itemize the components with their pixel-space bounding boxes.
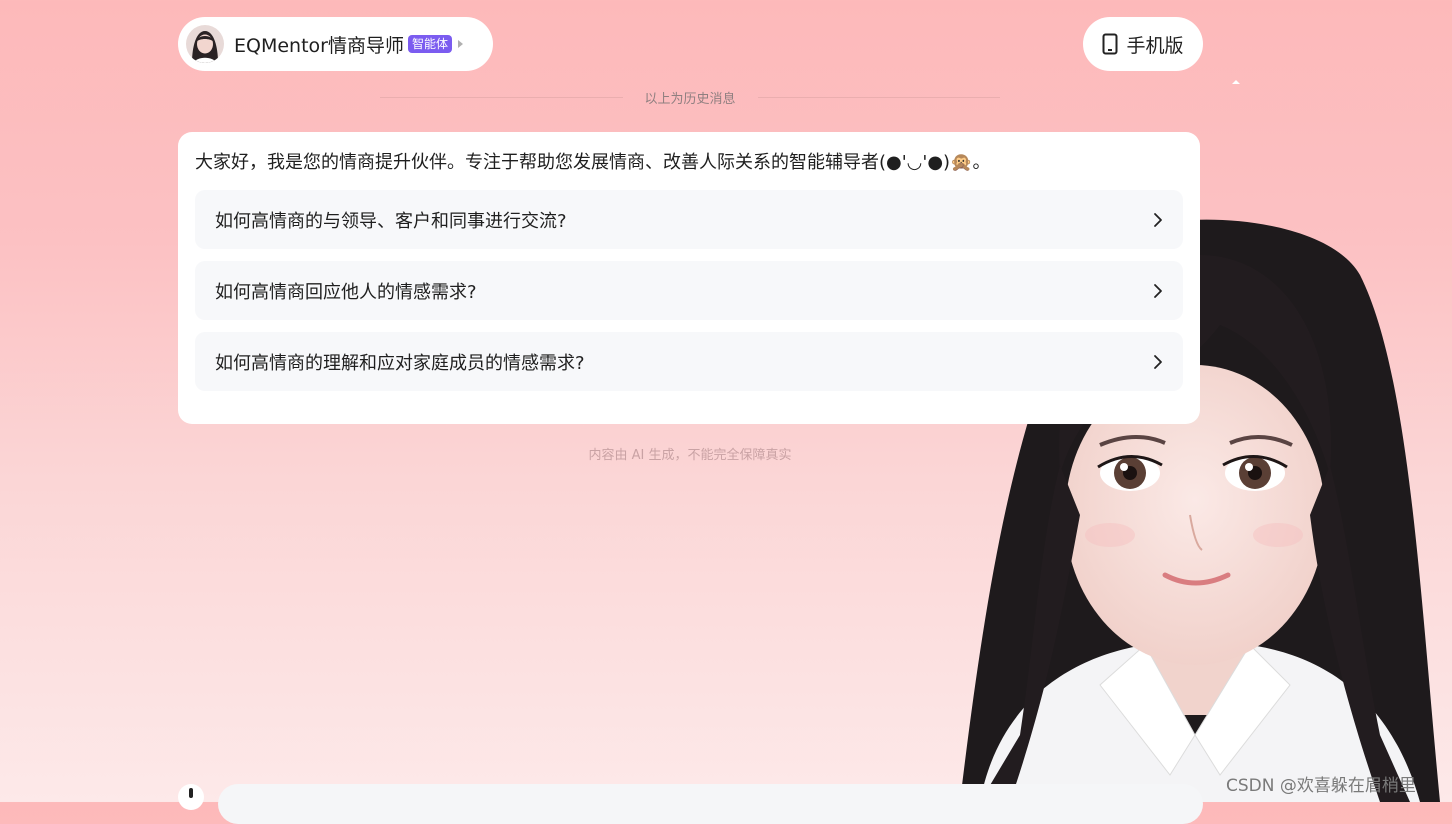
input-tool-button[interactable]	[178, 784, 204, 810]
welcome-message-card: 大家好，我是您的情商提升伙伴。专注于帮助您发展情商、改善人际关系的智能辅导者(●…	[178, 132, 1200, 424]
divider-line	[757, 96, 1001, 98]
agent-type-badge: 智能体	[407, 35, 452, 53]
mobile-version-button[interactable]: 手机版	[1083, 17, 1203, 71]
greeting-text: 大家好，我是您的情商提升伙伴。专注于帮助您发展情商、改善人际关系的智能辅导者(●…	[195, 152, 991, 173]
chevron-right-icon	[1153, 212, 1163, 228]
history-divider: 以上为历史消息	[380, 87, 1001, 107]
caret-right-icon	[458, 40, 463, 48]
caret-up-icon	[1232, 80, 1240, 84]
ai-disclaimer: 内容由 AI 生成，不能完全保障真实	[588, 448, 792, 463]
suggested-question[interactable]: 如何高情商的理解和应对家庭成员的情感需求?	[195, 332, 1183, 391]
mobile-version-label: 手机版	[1126, 34, 1184, 57]
suggested-question-text: 如何高情商的理解和应对家庭成员的情感需求?	[215, 352, 585, 374]
suggested-question[interactable]: 如何高情商的与领导、客户和同事进行交流?	[195, 190, 1183, 249]
watermark: CSDN @欢喜躲在眉梢里	[1226, 776, 1416, 796]
suggested-question-text: 如何高情商的与领导、客户和同事进行交流?	[215, 210, 567, 232]
message-input[interactable]	[218, 784, 1203, 824]
suggested-question[interactable]: 如何高情商回应他人的情感需求?	[195, 261, 1183, 320]
history-label: 以上为历史消息	[644, 91, 736, 107]
suggested-question-text: 如何高情商回应他人的情感需求?	[215, 281, 477, 303]
chevron-right-icon	[1153, 354, 1163, 370]
agent-selector[interactable]: EQMentor情商导师 智能体	[178, 17, 493, 71]
chevron-right-icon	[1153, 283, 1163, 299]
agent-avatar	[186, 25, 224, 63]
agent-name: EQMentor情商导师	[234, 34, 404, 57]
divider-line	[380, 96, 623, 98]
phone-icon	[1102, 33, 1118, 55]
